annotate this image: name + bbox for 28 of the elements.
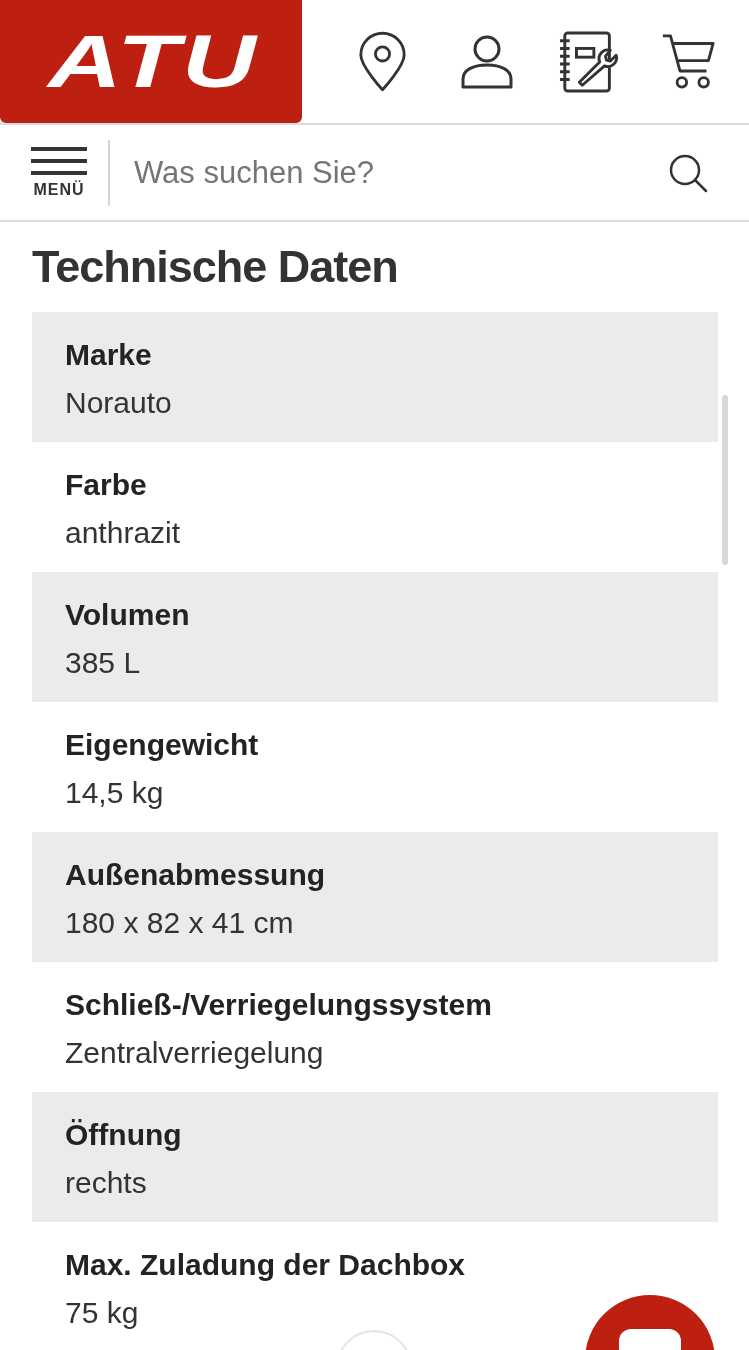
scrollbar[interactable] [722,395,728,565]
spec-value: rechts [65,1165,147,1201]
spec-value: 180 x 82 x 41 cm [65,905,294,941]
spec-label: Schließ-/Verriegelungssystem [65,987,492,1023]
search-field[interactable]: Was suchen Sie? [134,146,648,199]
menu-icon [31,146,87,175]
spec-label: Öffnung [65,1117,182,1153]
spec-value: Norauto [65,385,172,421]
section-title: Technische Daten [32,240,399,294]
chat-bubble-icon [619,1329,681,1350]
spec-label: Marke [65,337,152,373]
spec-value: 385 L [65,645,141,681]
menu-button[interactable]: MENÜ [30,146,88,199]
location-pin-icon[interactable] [358,31,407,92]
spec-value: 75 kg [65,1295,139,1331]
spec-label: Volumen [65,597,190,633]
logo-background[interactable]: ATU [0,0,302,123]
spec-value: Zentralverriegelung [65,1035,324,1071]
spec-label: Außenabmessung [65,857,326,893]
shopping-cart-icon[interactable] [661,33,716,90]
spec-label: Farbe [65,467,147,503]
spec-value: 14,5 kg [65,775,164,811]
logo-text: ATU [47,24,259,99]
spec-value: anthrazit [65,515,181,551]
spec-label: Eigengewicht [65,727,259,763]
search-icon[interactable] [668,152,708,193]
user-icon[interactable] [461,34,513,89]
spec-label: Max. Zuladung der Dachbox [65,1247,466,1283]
